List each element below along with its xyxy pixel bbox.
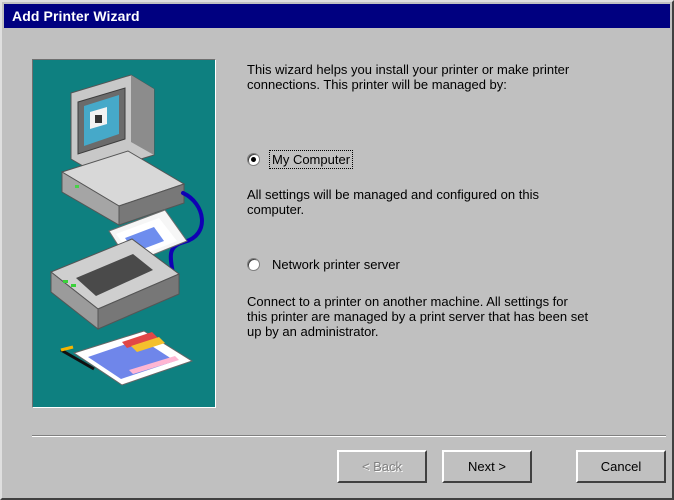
next-button[interactable]: Next > xyxy=(442,450,532,483)
back-button-label: < Back xyxy=(361,459,403,474)
network-printer-server-option[interactable]: Network printer server xyxy=(247,256,402,273)
wizard-separator xyxy=(32,435,666,437)
add-printer-wizard-window: Add Printer Wizard This wizard helps you… xyxy=(0,0,674,500)
wizard-illustration xyxy=(32,59,216,408)
next-button-label: Next > xyxy=(468,459,506,474)
network-printer-server-radio-button[interactable] xyxy=(247,258,260,271)
back-button[interactable]: < Back xyxy=(337,450,427,483)
my-computer-option[interactable]: My Computer xyxy=(247,150,354,169)
cancel-button[interactable]: Cancel xyxy=(576,450,666,483)
my-computer-description: All settings will be managed and configu… xyxy=(247,187,539,217)
computer-printer-illustration xyxy=(33,60,215,407)
title-bar[interactable]: Add Printer Wizard xyxy=(4,4,670,28)
network-printer-server-label[interactable]: Network printer server xyxy=(270,256,402,273)
window-title: Add Printer Wizard xyxy=(12,8,140,24)
network-printer-server-description: Connect to a printer on another machine.… xyxy=(247,294,589,339)
wizard-intro-text: This wizard helps you install your print… xyxy=(247,62,570,92)
cancel-button-label: Cancel xyxy=(600,459,642,474)
my-computer-radio-button[interactable] xyxy=(247,153,260,166)
my-computer-label[interactable]: My Computer xyxy=(268,150,354,169)
